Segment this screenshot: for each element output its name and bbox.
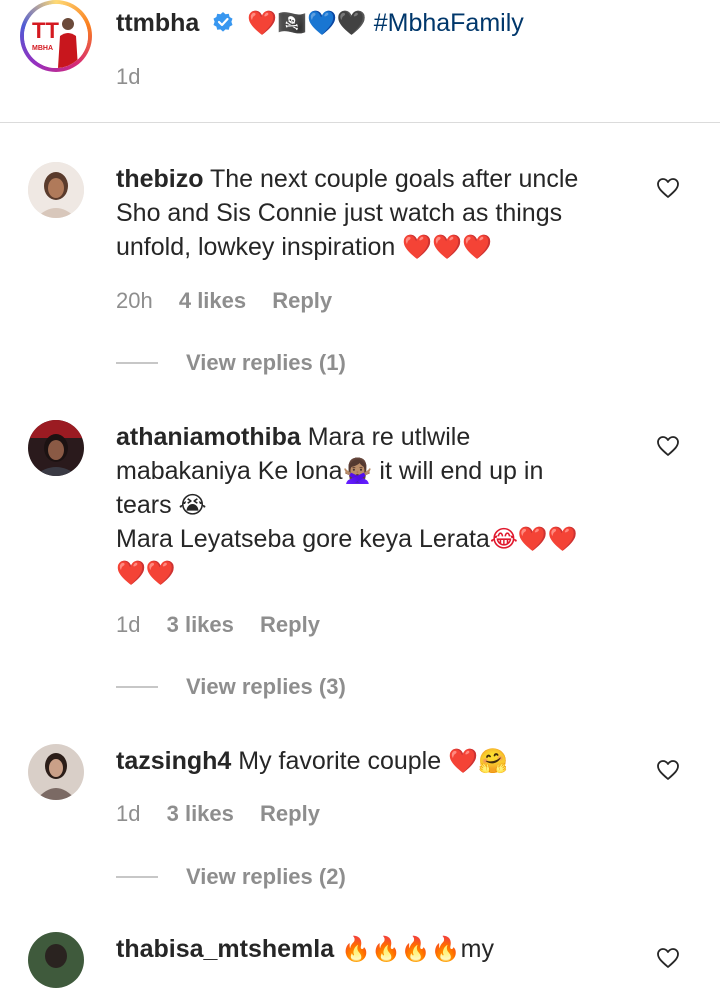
verified-badge-icon — [213, 12, 233, 32]
heart-outline-icon[interactable] — [656, 435, 680, 457]
comment-likes[interactable]: 3 likes — [167, 801, 234, 826]
comment-emojis: ❤️❤️❤️ — [402, 233, 492, 261]
avatar-logo-subtext: MBHA — [32, 45, 53, 52]
comment-text-line: Sho and Sis Connie just watch as things — [116, 199, 563, 227]
comment-username[interactable]: thabisa_mtshemla — [116, 935, 334, 963]
comment-meta: 1d 3 likes Reply — [116, 612, 340, 638]
comment-time: 20h — [116, 288, 153, 313]
post-caption: TT MBHA ttmbha ❤️🏴‍☠️💙🖤 #MbhaFamily 1d — [0, 0, 720, 122]
comment-text-line: Mara Leyatseba gore keya Lerata — [116, 525, 490, 553]
comment-username[interactable]: tazsingh4 — [116, 747, 231, 775]
view-replies-button[interactable]: View replies (1) — [116, 348, 346, 378]
comment-text-line: Mara re utlwile — [307, 423, 471, 451]
reply-button[interactable]: Reply — [260, 801, 320, 826]
view-replies-label: View replies (2) — [186, 864, 346, 889]
reply-button[interactable]: Reply — [260, 612, 320, 637]
caption-username[interactable]: ttmbha — [116, 9, 199, 37]
caption-avatar[interactable]: TT MBHA — [20, 0, 92, 72]
replies-dash — [116, 686, 158, 688]
caption-hashtag[interactable]: #MbhaFamily — [374, 9, 524, 37]
view-replies-button[interactable]: View replies (2) — [116, 862, 346, 892]
comment-emoji: ❤️🤗 — [448, 747, 508, 775]
comment-emoji: 🔥🔥🔥🔥 — [341, 935, 461, 963]
comment-text-line: My favorite couple — [238, 747, 442, 775]
comment-text-line: mabakaniya Ke lona — [116, 457, 343, 485]
comment-username[interactable]: thebizo — [116, 165, 204, 193]
reply-button[interactable]: Reply — [272, 288, 332, 313]
comment-time: 1d — [116, 801, 141, 826]
comment-text-line: my — [460, 935, 494, 963]
caption-time: 1d — [116, 64, 141, 89]
divider — [0, 122, 720, 123]
comment-emoji: ❤️❤️ — [116, 559, 176, 587]
replies-dash — [116, 876, 158, 878]
comment-text-line: unfold, lowkey inspiration — [116, 233, 396, 261]
view-replies-button[interactable]: View replies (3) — [116, 672, 346, 702]
avatar-logo-text: TT — [32, 18, 59, 43]
comment-likes[interactable]: 4 likes — [179, 288, 246, 313]
heart-outline-icon[interactable] — [656, 759, 680, 781]
comment-avatar[interactable] — [28, 162, 84, 218]
comment-emoji: 😂❤️❤️ — [489, 525, 578, 553]
comment-avatar[interactable] — [28, 420, 84, 476]
comment-text-line: The next couple goals after uncle — [210, 165, 579, 193]
heart-outline-icon[interactable] — [656, 947, 680, 969]
comment-text-line: it will end up in — [379, 457, 544, 485]
caption-emojis: ❤️🏴‍☠️💙🖤 — [247, 9, 367, 37]
caption-meta: 1d — [116, 64, 160, 90]
comment-username[interactable]: athaniamothiba — [116, 423, 301, 451]
view-replies-label: View replies (3) — [186, 674, 346, 699]
comment-time: 1d — [116, 612, 141, 637]
comment-avatar[interactable] — [28, 932, 84, 988]
comment-text-line: tears — [116, 491, 172, 519]
comment-meta: 1d 3 likes Reply — [116, 801, 340, 827]
replies-dash — [116, 362, 158, 364]
view-replies-label: View replies (1) — [186, 350, 346, 375]
heart-outline-icon[interactable] — [656, 177, 680, 199]
comment-emoji: 🙅🏽‍♀️ — [342, 457, 373, 485]
comment-emoji: 😭 — [178, 491, 207, 519]
comment-meta: 20h 4 likes Reply — [116, 288, 352, 314]
comment-likes[interactable]: 3 likes — [167, 612, 234, 637]
comment-avatar[interactable] — [28, 744, 84, 800]
